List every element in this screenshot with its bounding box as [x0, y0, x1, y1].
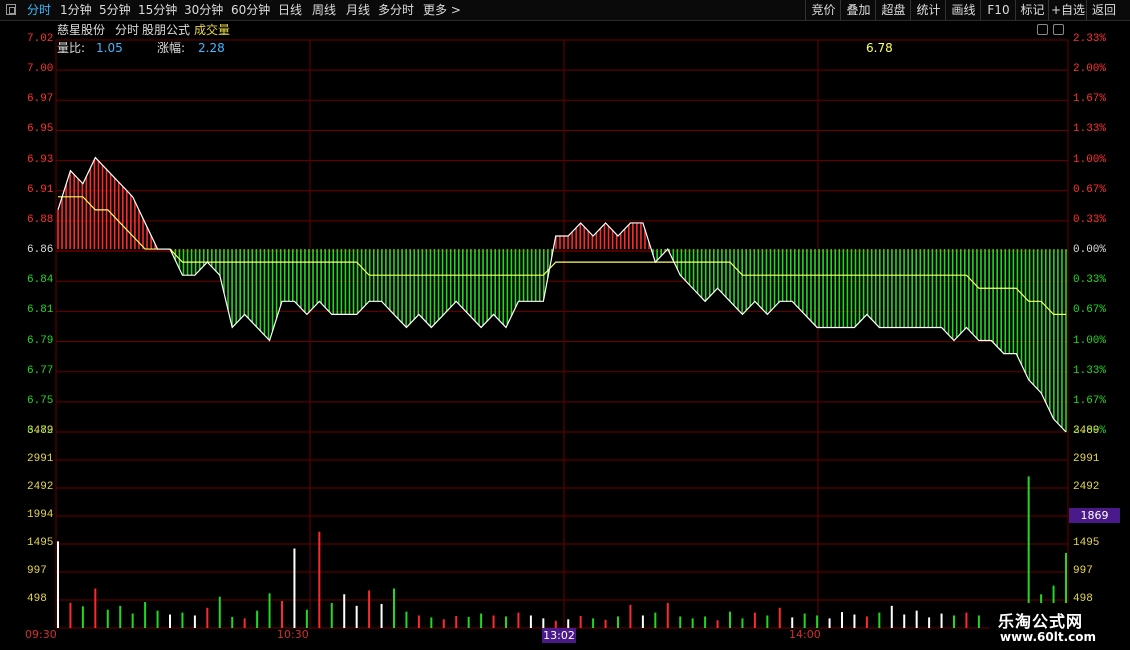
time-label-0930: 09:30 — [25, 628, 57, 641]
time-cursor-label: 13:02 — [542, 628, 576, 643]
price-tick-left: 6.81 — [27, 304, 54, 317]
intraday-chart[interactable] — [0, 0, 1130, 650]
volume-tick-right: 2991 — [1073, 453, 1100, 465]
percent-tick-right: 2.00% — [1073, 63, 1107, 76]
volume-tick-left: 498 — [27, 593, 47, 605]
percent-tick-right: 1.33% — [1073, 364, 1107, 377]
price-tick-left: 6.88 — [27, 213, 54, 226]
time-label-1400: 14:00 — [789, 628, 821, 641]
percent-tick-right: 1.67% — [1073, 394, 1107, 407]
price-tick-left: 6.75 — [27, 394, 54, 407]
percent-tick-right: 1.00% — [1073, 334, 1107, 347]
price-tick-left: 6.95 — [27, 123, 54, 136]
price-tick-left: 6.86 — [27, 244, 54, 257]
time-label-1030: 10:30 — [277, 628, 309, 641]
side-panel-edge — [1118, 24, 1130, 454]
price-tick-left: 7.02 — [27, 33, 54, 45]
volume-tick-left: 2991 — [27, 453, 54, 465]
volume-ratio-value: 1.05 — [96, 41, 123, 55]
volume-tick-left: 3489 — [27, 425, 54, 437]
price-deviation-bars — [57, 159, 1067, 432]
price-tick-left: 6.79 — [27, 334, 54, 347]
volume-tick-right: 3489 — [1073, 425, 1100, 437]
percent-tick-right: 1.00% — [1073, 153, 1107, 166]
volume-highlight: 1869 — [1069, 508, 1120, 523]
stock-name: 慈星股份 — [57, 23, 106, 37]
settings-icon[interactable] — [1053, 24, 1064, 35]
chart-frame — [55, 39, 1069, 629]
volume-tick-right: 997 — [1073, 565, 1093, 577]
percent-tick-right: 1.33% — [1073, 123, 1107, 136]
percent-tick-right: 2.33% — [1073, 33, 1107, 45]
percent-tick-right: 0.67% — [1073, 304, 1107, 317]
price-tick-left: 7.00 — [27, 63, 54, 76]
chart-grid — [55, 39, 1069, 629]
change-value: 2.28 — [198, 41, 225, 55]
volume-tick-left: 1994 — [27, 509, 54, 521]
price-tick-left: 6.91 — [27, 183, 54, 196]
volume-tick-left: 1495 — [27, 537, 54, 549]
volume-tick-right: 1495 — [1073, 537, 1100, 549]
volume-tick-left: 2492 — [27, 481, 54, 493]
watermark-url: www.60lt.com — [1000, 630, 1097, 644]
cursor-price: 6.78 — [866, 41, 893, 55]
chart-type-label: 分时 — [115, 23, 140, 37]
percent-tick-right: 0.33% — [1073, 274, 1107, 287]
volume-bars — [57, 476, 1067, 628]
zoom-in-icon[interactable] — [1037, 24, 1048, 35]
volume-tick-left: 997 — [27, 565, 47, 577]
price-tick-left: 6.84 — [27, 274, 54, 287]
volume-tick-right: 2492 — [1073, 481, 1100, 493]
formula-label[interactable]: 股朋公式 — [142, 21, 190, 39]
price-tick-left: 6.97 — [27, 93, 54, 106]
price-line — [57, 156, 1067, 433]
percent-tick-right: 1.67% — [1073, 93, 1107, 106]
average-price-line — [58, 196, 1066, 315]
percent-tick-right: 0.33% — [1073, 213, 1107, 226]
watermark: 乐淘公式网 www.60lt.com — [990, 603, 1118, 649]
price-tick-left: 6.93 — [27, 153, 54, 166]
change-label: 涨幅: — [157, 41, 186, 55]
percent-tick-right: 0.67% — [1073, 183, 1107, 196]
watermark-title: 乐淘公式网 — [998, 612, 1084, 631]
volume-ratio-label: 量比: — [57, 41, 86, 55]
indicator-label[interactable]: 成交量 — [194, 21, 230, 39]
price-tick-left: 6.77 — [27, 364, 54, 377]
percent-tick-right: 0.00% — [1073, 244, 1107, 257]
